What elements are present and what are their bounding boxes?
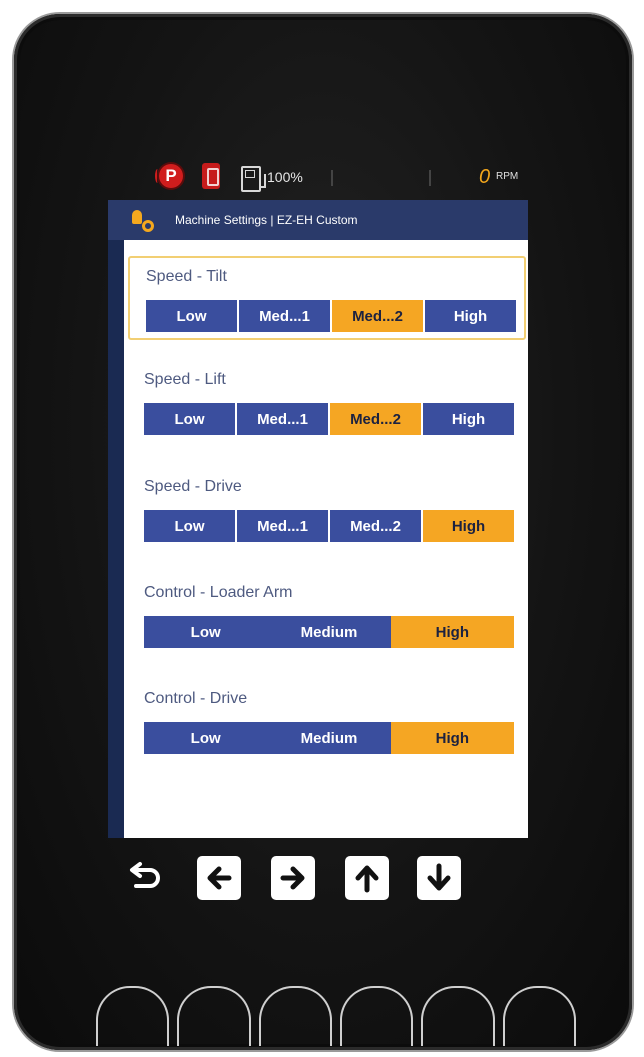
status-bar: P 100% 0 RPM (155, 160, 545, 194)
option-group: Low Med...1 Med...2 High (144, 403, 514, 435)
settings-panel: Speed - Tilt Low Med...1 Med...2 High Sp… (124, 240, 528, 838)
option-group: Low Medium High (144, 616, 514, 648)
nav-right-button[interactable] (271, 856, 315, 900)
soft-key-3[interactable] (258, 986, 332, 1046)
option-med2[interactable]: Med...2 (330, 510, 421, 542)
rpm-value: 0 (479, 166, 491, 188)
setting-label: Control - Loader Arm (144, 584, 293, 601)
display-bezel: P 100% 0 RPM Machine Settings | EZ-EH Cu… (14, 14, 632, 1050)
option-high[interactable]: High (390, 722, 514, 754)
fuel-level: 100% (267, 169, 303, 185)
nav-down-button[interactable] (417, 856, 461, 900)
option-low[interactable]: Low (144, 510, 235, 542)
option-med1[interactable]: Med...1 (237, 510, 328, 542)
back-button[interactable] (124, 856, 168, 900)
arrow-right-icon (280, 866, 305, 890)
option-med2[interactable]: Med...2 (332, 300, 423, 332)
parking-brake-icon: P (155, 164, 183, 188)
soft-key-row (96, 986, 576, 1046)
option-group: Low Med...1 Med...2 High (144, 510, 514, 542)
option-group: Low Med...1 Med...2 High (146, 300, 516, 332)
nav-left-button[interactable] (197, 856, 241, 900)
status-divider (331, 170, 333, 186)
soft-key-2[interactable] (177, 986, 251, 1046)
setting-label: Speed - Lift (144, 371, 226, 388)
arrow-down-icon (427, 863, 451, 891)
option-high[interactable]: High (423, 510, 514, 542)
setting-control-drive: Control - Drive Low Medium High (128, 680, 526, 764)
screen-header: Machine Settings | EZ-EH Custom (108, 200, 528, 240)
setting-control-loader-arm: Control - Loader Arm Low Medium High (128, 574, 526, 658)
status-divider (429, 170, 431, 186)
option-medium[interactable]: Medium (267, 616, 391, 648)
option-medium[interactable]: Medium (267, 722, 391, 754)
setting-speed-lift: Speed - Lift Low Med...1 Med...2 High (128, 361, 526, 445)
setting-speed-tilt: Speed - Tilt Low Med...1 Med...2 High (128, 256, 526, 340)
option-high[interactable]: High (425, 300, 516, 332)
setting-speed-drive: Speed - Drive Low Med...1 Med...2 High (128, 468, 526, 552)
soft-key-6[interactable] (502, 986, 576, 1046)
soft-key-4[interactable] (339, 986, 414, 1046)
option-high[interactable]: High (390, 616, 514, 648)
option-high[interactable]: High (423, 403, 514, 435)
screen-title: Machine Settings | EZ-EH Custom (175, 213, 358, 227)
machine-settings-icon (132, 210, 156, 234)
soft-key-1[interactable] (96, 986, 170, 1046)
setting-label: Speed - Drive (144, 478, 242, 495)
option-low[interactable]: Low (144, 403, 235, 435)
option-med2[interactable]: Med...2 (330, 403, 421, 435)
settings-screen: Machine Settings | EZ-EH Custom Speed - … (108, 200, 528, 838)
back-icon (130, 862, 160, 888)
seatbelt-icon (202, 163, 220, 189)
nav-up-button[interactable] (345, 856, 389, 900)
option-group: Low Medium High (144, 722, 514, 754)
option-low[interactable]: Low (144, 722, 268, 754)
soft-key-5[interactable] (421, 986, 495, 1046)
setting-label: Control - Drive (144, 690, 248, 707)
option-med1[interactable]: Med...1 (237, 403, 328, 435)
arrow-left-icon (207, 866, 232, 890)
setting-label: Speed - Tilt (146, 268, 227, 285)
option-low[interactable]: Low (146, 300, 237, 332)
option-med1[interactable]: Med...1 (239, 300, 330, 332)
rpm-unit: RPM (496, 171, 519, 182)
arrow-up-icon (355, 865, 379, 893)
option-low[interactable]: Low (144, 616, 268, 648)
fuel-icon (241, 166, 266, 192)
